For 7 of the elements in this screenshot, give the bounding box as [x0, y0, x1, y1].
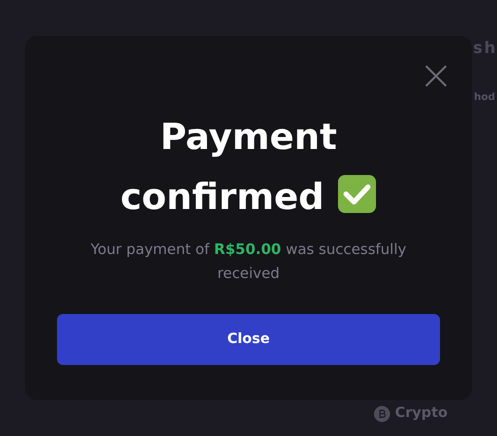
confirmation-message: Your payment of R$50.00 was successfully received: [90, 241, 408, 284]
close-button[interactable]: Close: [57, 314, 440, 365]
section-label: hod: [474, 91, 496, 105]
modal-title: Payment confirmed: [120, 117, 337, 218]
close-button[interactable]: [425, 63, 447, 85]
check-icon: [336, 174, 377, 214]
bitcoin-icon: [374, 406, 390, 422]
